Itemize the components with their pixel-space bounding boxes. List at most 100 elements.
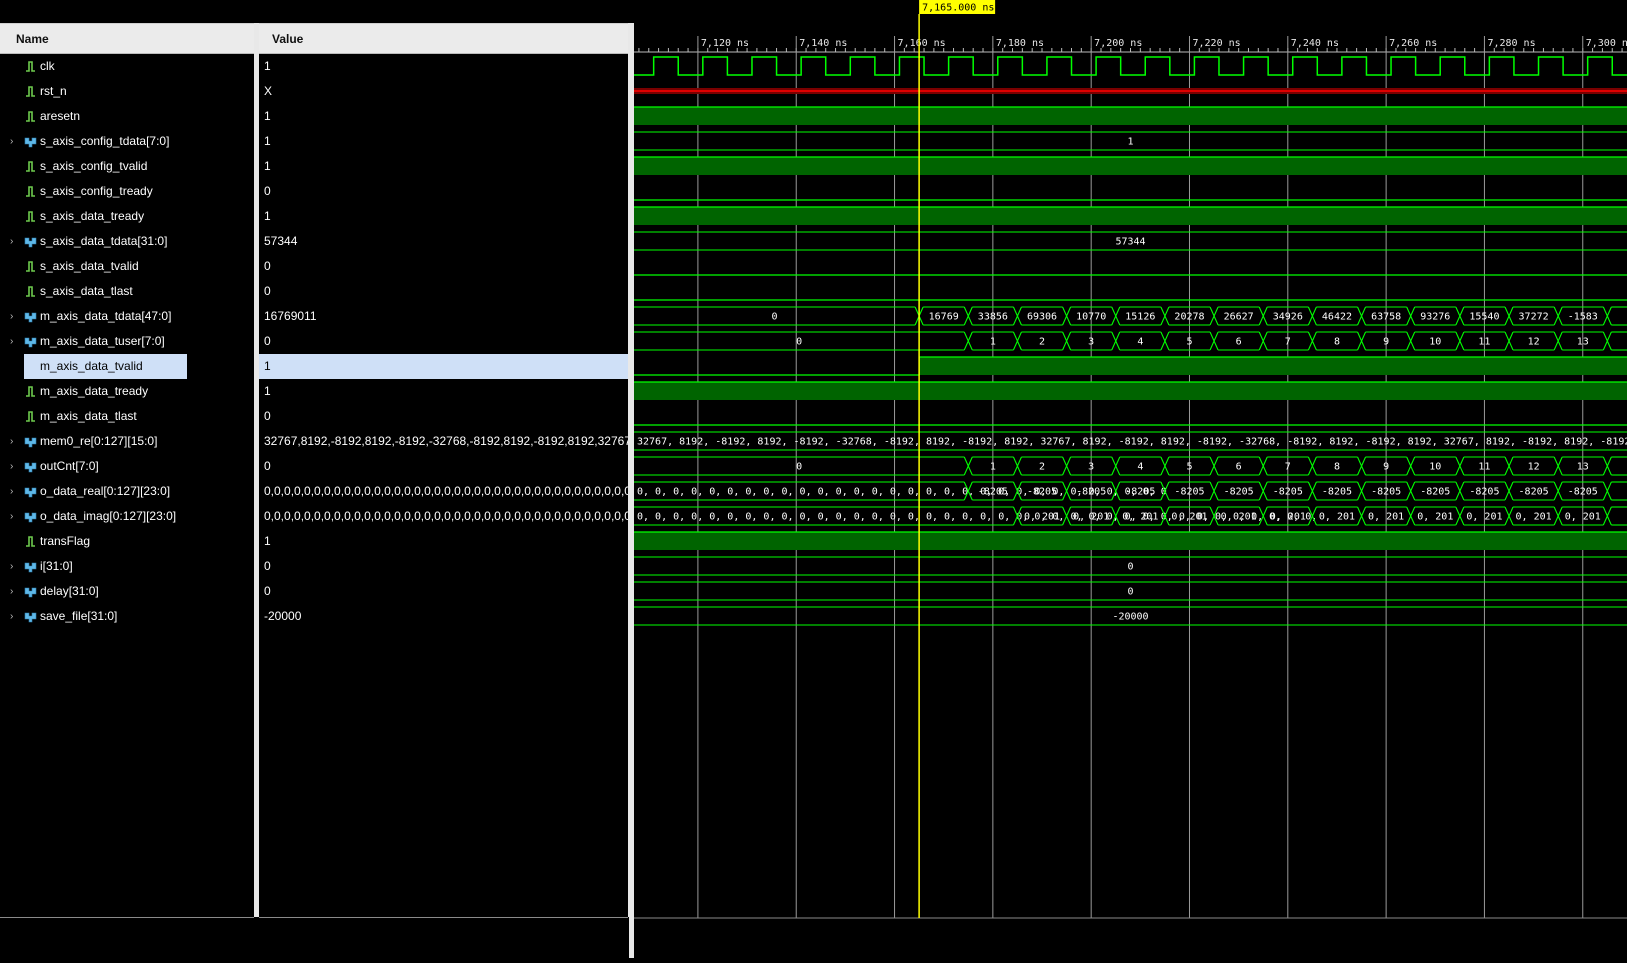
signal-name[interactable]: o_data_imag[0:127][23:0] (40, 504, 176, 529)
bus-value-label: -8205 (1273, 487, 1303, 498)
value-row-s-axis-config-tvalid[interactable]: 1 (259, 154, 628, 179)
value-row-m-axis-data-tuser-7-0[interactable]: 0 (259, 329, 628, 354)
value-row-s-axis-config-tdata-7-0[interactable]: 1 (259, 129, 628, 154)
signal-name[interactable]: s_axis_config_tdata[7:0] (40, 129, 169, 154)
value-row-save-file-31-0[interactable]: -20000 (259, 604, 628, 629)
signal-row-o-data-real-0-127-23-0[interactable]: › o_data_real[0:127][23:0] (0, 479, 254, 504)
major-tick-label: 7,180 ns (996, 38, 1044, 49)
bus-transition (1504, 331, 1514, 351)
signal-row-m-axis-data-tlast[interactable]: m_axis_data_tlast (0, 404, 254, 429)
value-row-s-axis-data-tdata-31-0[interactable]: 57344 (259, 229, 628, 254)
expand-chevron-icon[interactable]: › (10, 329, 13, 354)
bus-transition (1012, 456, 1022, 476)
expand-chevron-icon[interactable]: › (10, 554, 13, 579)
value-row-s-axis-data-tvalid[interactable]: 0 (259, 254, 628, 279)
bus-transition (1160, 306, 1170, 326)
signal-name[interactable]: s_axis_config_tvalid (40, 154, 147, 179)
value-row-m-axis-data-tdata-47-0[interactable]: 16769011 (259, 304, 628, 329)
signal-name[interactable]: m_axis_data_tvalid (24, 354, 187, 379)
value-row-delay-31-0[interactable]: 0 (259, 579, 628, 604)
expand-chevron-icon[interactable]: › (10, 304, 13, 329)
value-row-s-axis-data-tready[interactable]: 1 (259, 204, 628, 229)
signal-row-s-axis-config-tready[interactable]: s_axis_config_tready (0, 179, 254, 204)
signal-name[interactable]: aresetn (40, 104, 80, 129)
signal-name[interactable]: i[31:0] (40, 554, 73, 579)
signal-name[interactable]: delay[31:0] (40, 579, 99, 604)
signal-row-s-axis-data-tlast[interactable]: s_axis_data_tlast (0, 279, 254, 304)
signal-name[interactable]: s_axis_data_tvalid (40, 254, 139, 279)
signal-name[interactable]: m_axis_data_tuser[7:0] (40, 329, 165, 354)
waveform-canvas[interactable]: 7,120 ns 7,140 ns 7,160 ns 7,180 ns 7,200 ns… (634, 0, 1627, 958)
value-row-m-axis-data-tready[interactable]: 1 (259, 379, 628, 404)
signal-row-s-axis-config-tvalid[interactable]: s_axis_config_tvalid (0, 154, 254, 179)
value-row-s-axis-data-tlast[interactable]: 0 (259, 279, 628, 304)
signal-name[interactable]: mem0_re[0:127][15:0] (40, 429, 157, 454)
signal-row-transflag[interactable]: transFlag (0, 529, 254, 554)
value-row-aresetn[interactable]: 1 (259, 104, 628, 129)
bit-signal-icon (26, 411, 35, 422)
signal-row-s-axis-config-tdata-7-0[interactable]: › s_axis_config_tdata[7:0] (0, 129, 254, 154)
signal-row-mem0-re-0-127-15-0[interactable]: › mem0_re[0:127][15:0] (0, 429, 254, 454)
bit-signal-icon (26, 86, 35, 97)
name-column-header[interactable]: Name (0, 23, 254, 54)
expand-chevron-icon[interactable]: › (10, 129, 13, 154)
bus-signal-icon (24, 437, 37, 448)
value-row-mem0-re-0-127-15-0[interactable]: 32767,8192,-8192,8192,-8192,-32768,-8192… (259, 429, 628, 454)
expand-chevron-icon[interactable]: › (10, 229, 13, 254)
signal-name[interactable]: outCnt[7:0] (40, 454, 99, 479)
signal-name[interactable]: clk (40, 54, 55, 79)
bus-transition (1406, 456, 1416, 476)
signal-row-outcnt-7-0[interactable]: › outCnt[7:0] (0, 454, 254, 479)
signal-name[interactable]: m_axis_data_tlast (40, 404, 137, 429)
bus-signal-icon (24, 137, 37, 148)
bus-value-label: -8205 (1568, 487, 1598, 498)
value-row-clk[interactable]: 1 (259, 54, 628, 79)
signal-row-clk[interactable]: clk (0, 54, 254, 79)
signal-row-i-31-0[interactable]: › i[31:0] (0, 554, 254, 579)
signal-row-rst-n[interactable]: rst_n (0, 79, 254, 104)
value-column-header[interactable]: Value (259, 23, 628, 54)
signal-row-m-axis-data-tuser-7-0[interactable]: › m_axis_data_tuser[7:0] (0, 329, 254, 354)
value-row-o-data-real-0-127-23-0[interactable]: 0,0,0,0,0,0,0,0,0,0,0,0,0,0,0,0,0,0,0,0,… (259, 479, 628, 504)
bus-value-label: 0, 201 (1024, 512, 1060, 523)
signal-row-s-axis-data-tvalid[interactable]: s_axis_data_tvalid (0, 254, 254, 279)
signal-name[interactable]: rst_n (40, 79, 67, 104)
signal-row-o-data-imag-0-127-23-0[interactable]: › o_data_imag[0:127][23:0] (0, 504, 254, 529)
value-row-outcnt-7-0[interactable]: 0 (259, 454, 628, 479)
expand-chevron-icon[interactable]: › (10, 579, 13, 604)
signal-name[interactable]: m_axis_data_tready (40, 379, 148, 404)
signal-row-save-file-31-0[interactable]: › save_file[31:0] (0, 604, 254, 629)
expand-chevron-icon[interactable]: › (10, 429, 13, 454)
value-row-transflag[interactable]: 1 (259, 529, 628, 554)
expand-chevron-icon[interactable]: › (10, 454, 13, 479)
value-row-rst-n[interactable]: X (259, 79, 628, 104)
signal-row-m-axis-data-tdata-47-0[interactable]: › m_axis_data_tdata[47:0] (0, 304, 254, 329)
expand-chevron-icon[interactable]: › (10, 479, 13, 504)
value-row-o-data-imag-0-127-23-0[interactable]: 0,0,0,0,0,0,0,0,0,0,0,0,0,0,0,0,0,0,0,0,… (259, 504, 628, 529)
signal-name[interactable]: m_axis_data_tdata[47:0] (40, 304, 171, 329)
value-row-s-axis-config-tready[interactable]: 0 (259, 179, 628, 204)
signal-row-s-axis-data-tdata-31-0[interactable]: › s_axis_data_tdata[31:0] (0, 229, 254, 254)
signal-name[interactable]: s_axis_data_tlast (40, 279, 133, 304)
signal-name[interactable]: save_file[31:0] (40, 604, 117, 629)
bus-value-label: 9 (1383, 462, 1389, 473)
value-row-i-31-0[interactable]: 0 (259, 554, 628, 579)
signal-name[interactable]: o_data_real[0:127][23:0] (40, 479, 170, 504)
signal-name[interactable]: s_axis_data_tready (40, 204, 144, 229)
signal-name[interactable]: s_axis_config_tready (40, 179, 153, 204)
value-row-m-axis-data-tvalid[interactable]: 1 (259, 354, 628, 379)
waveform-pane[interactable]: 7,120 ns 7,140 ns 7,160 ns 7,180 ns 7,200 ns… (634, 0, 1627, 958)
major-tick-label: 7,120 ns (701, 38, 749, 49)
signal-row-delay-31-0[interactable]: › delay[31:0] (0, 579, 254, 604)
signal-row-m-axis-data-tvalid[interactable]: m_axis_data_tvalid (0, 354, 254, 379)
value-row-m-axis-data-tlast[interactable]: 0 (259, 404, 628, 429)
value-footer (259, 917, 628, 958)
expand-chevron-icon[interactable]: › (10, 604, 13, 629)
signal-name[interactable]: transFlag (40, 529, 90, 554)
expand-chevron-icon[interactable]: › (10, 504, 13, 529)
signal-row-aresetn[interactable]: aresetn (0, 104, 254, 129)
signal-row-s-axis-data-tready[interactable]: s_axis_data_tready (0, 204, 254, 229)
signal-row-m-axis-data-tready[interactable]: m_axis_data_tready (0, 379, 254, 404)
bit-signal-icon (26, 111, 35, 122)
signal-name[interactable]: s_axis_data_tdata[31:0] (40, 229, 167, 254)
